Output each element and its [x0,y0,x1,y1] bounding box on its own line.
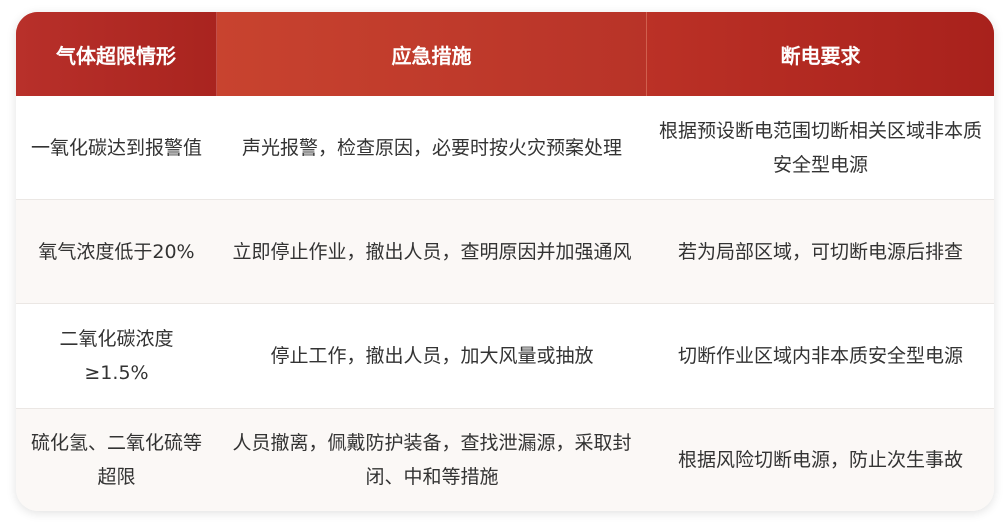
cell-power: 若为局部区域，可切断电源后排查 [677,240,963,263]
cell-power: 根据预设断电范围切断相关区域非本质安全型电源 [659,119,983,176]
header-situation: 气体超限情形 [16,12,217,96]
cell-situation: 氧气浓度低于20% [38,240,195,263]
cell-measure: 停止工作，撤出人员，加大风量或抽放 [270,345,594,367]
cell-power: 切断作业区域内非本质安全型电源 [677,345,963,367]
table-row: 一氧化碳达到报警值 声光报警，检查原因，必要时按火灾预案处理 根据预设断电范围切… [16,96,994,200]
cell-measure: 声光报警，检查原因，必要时按火灾预案处理 [241,136,622,159]
table-row: 氧气浓度低于20% 立即停止作业，撤出人员，查明原因并加强通风 若为局部区域，可… [16,200,994,304]
cell-situation: 硫化氢、二氧化硫等超限 [30,432,202,488]
gas-limit-table: 气体超限情形 应急措施 断电要求 一氧化碳达到报警值 声光报警，检查原因，必要时… [16,12,994,511]
cell-measure: 立即停止作业，撤出人员，查明原因并加强通风 [232,240,632,263]
header-measure: 应急措施 [217,12,647,96]
cell-situation: 二氧化碳浓度≥1.5% [59,328,174,384]
table-header: 气体超限情形 应急措施 断电要求 [16,12,994,96]
cell-measure: 人员撤离，佩戴防护装备，查找泄漏源，采取封闭、中和等措施 [232,432,632,488]
table-row: 硫化氢、二氧化硫等超限 人员撤离，佩戴防护装备，查找泄漏源，采取封闭、中和等措施… [16,409,994,511]
header-power: 断电要求 [647,12,994,96]
table-row: 二氧化碳浓度≥1.5% 停止工作，撤出人员，加大风量或抽放 切断作业区域内非本质… [16,304,994,409]
cell-situation: 一氧化碳达到报警值 [30,136,202,159]
cell-power: 根据风险切断电源，防止次生事故 [677,449,963,471]
